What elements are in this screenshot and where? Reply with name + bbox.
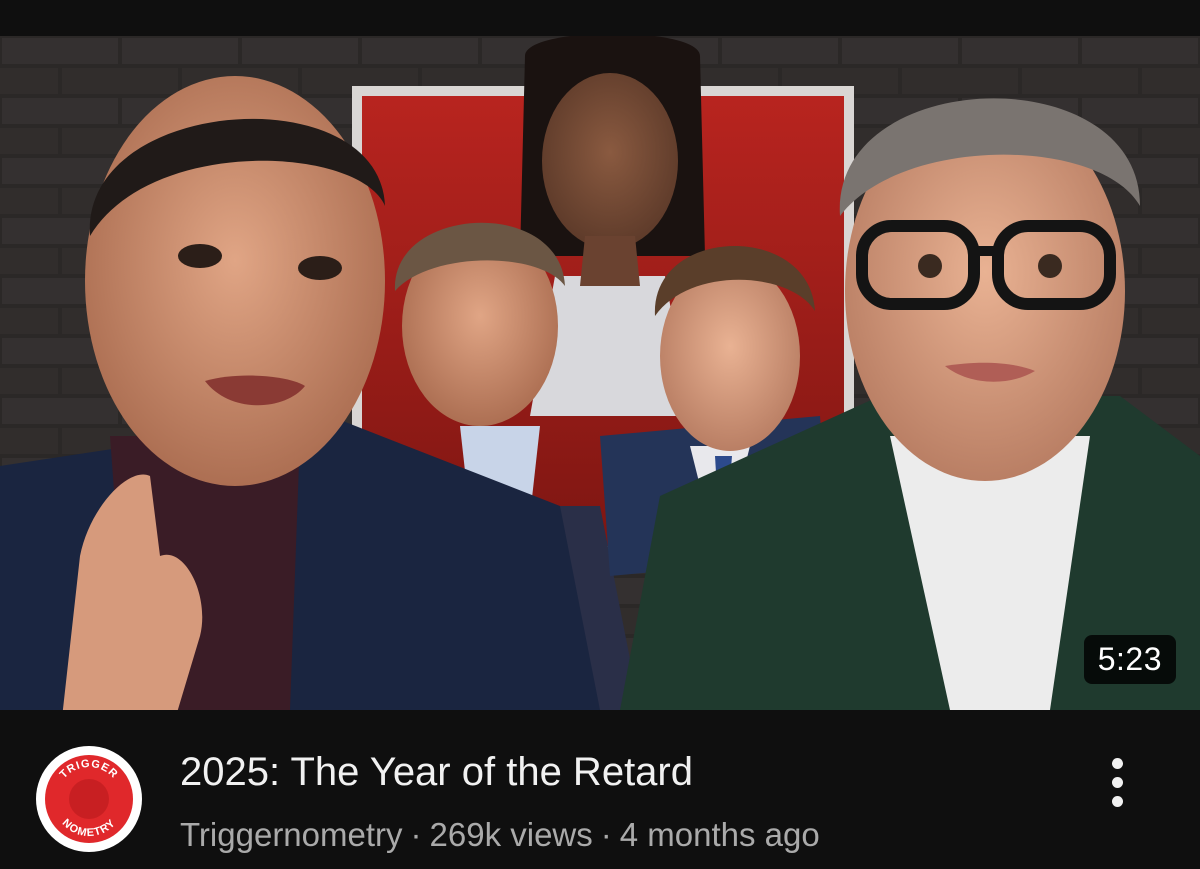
vertical-ellipsis-icon [1111,754,1123,807]
view-count: 269k views [429,816,593,853]
channel-name[interactable]: Triggernometry [180,816,403,853]
upload-age: 4 months ago [619,816,820,853]
video-meta-row: TRIGGER NOMETRY 2025: The Year of the Re… [0,710,1200,869]
video-subtitle: Triggernometry · 269k views · 4 months ago [180,816,820,854]
separator: · [600,816,612,853]
duration-badge: 5:23 [1083,635,1176,684]
video-title[interactable]: 2025: The Year of the Retard [180,750,1060,795]
thumbnail-artwork [0,36,1200,710]
more-options-button[interactable] [1092,754,1142,814]
separator: · [410,816,422,853]
video-thumbnail[interactable]: 5:23 [0,36,1200,710]
top-bar [0,0,1200,36]
channel-avatar[interactable]: TRIGGER NOMETRY [36,746,142,852]
